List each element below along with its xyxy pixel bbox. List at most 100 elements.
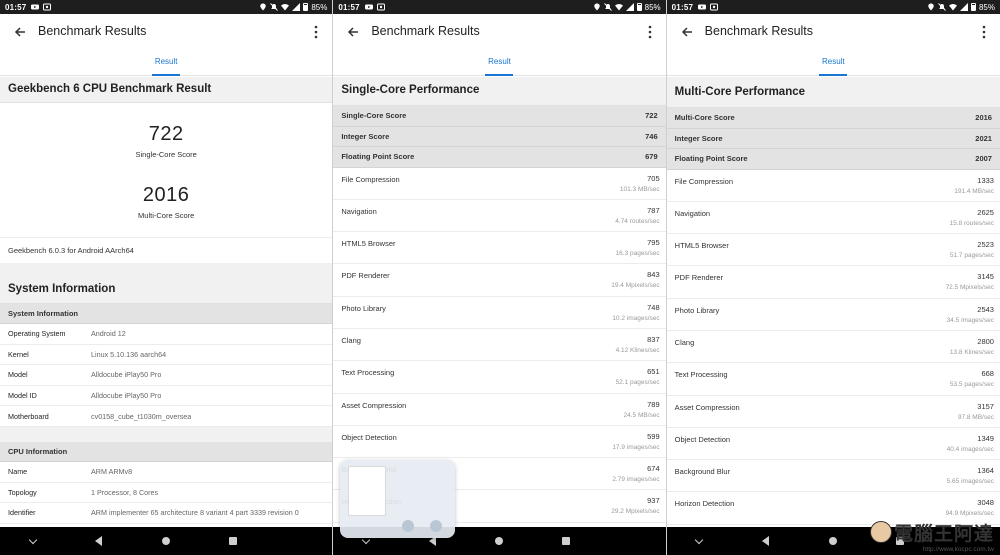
workload-throughput: 29.2 Mpixels/sec [611,508,660,516]
cast-notification-icon [710,3,719,11]
overflow-menu-icon[interactable] [982,25,986,39]
overflow-menu-icon[interactable] [648,25,652,39]
battery-percent: 85% [644,2,661,12]
workload-row: File Compression 1333 191.4 MB/sec [666,170,1000,202]
back-arrow-icon[interactable] [679,24,695,40]
summary-label: Integer Score [341,131,390,141]
page-title: Benchmark Results [371,24,480,38]
workload-throughput: 24.5 MB/sec [623,411,660,419]
status-time: 01:57 [5,2,27,12]
workload-row: Asset Compression 3157 97.8 MB/sec [666,396,1000,428]
nav-home-icon[interactable] [828,537,837,545]
cast-notification-icon [376,3,385,11]
workload-score: 1364 [977,466,994,476]
back-arrow-icon[interactable] [345,24,361,40]
workload-score: 2800 [977,336,994,346]
summary-score: 679 [645,152,658,162]
nav-home-icon[interactable] [161,537,170,545]
back-arrow-icon[interactable] [12,24,28,40]
workload-name: Photo Library [674,305,720,315]
workload-score: 3048 [977,498,994,508]
workload-score: 937 [647,496,660,506]
info-value: Linux 5.10.136 aarch64 [91,349,167,359]
info-key: Topology [8,487,37,497]
info-value: ARM ARMv8 [91,467,133,477]
wifi-icon [281,4,290,11]
single-core-title: Single-Core Performance [333,77,666,106]
summary-score: 2007 [975,154,992,164]
workload-name: PDF Renderer [341,271,390,281]
workload-score: 837 [647,334,660,344]
workload-throughput: 17.9 images/sec [612,443,660,451]
summary-score: 746 [645,131,658,141]
screenshot-preview[interactable] [340,460,455,538]
info-key: Model [8,370,28,380]
workload-score: 1349 [977,433,994,443]
multi-core-score-block: 2016 Multi-Core Score [0,159,332,220]
tab-result[interactable]: Result [333,57,665,66]
workload-name: Object Detection [341,432,397,442]
workload-throughput: 52.1 pages/sec [615,379,660,387]
workload-name: Object Detection [674,434,731,444]
workload-name: File Compression [674,176,734,186]
location-icon [593,3,600,11]
multi-core-content: Multi-Core Performance Multi-Core Score 2… [666,77,1000,527]
keyboard-hide-icon[interactable] [695,535,704,544]
info-key: Name [8,467,28,477]
status-bar: 01:57 85% [333,0,666,14]
workload-throughput: 4.74 routes/sec [615,217,660,225]
youtube-notification-icon [364,4,373,10]
tab-result[interactable]: Result [0,57,332,66]
benchmark-title: Geekbench 6 CPU Benchmark Result [0,77,333,103]
workload-row: Photo Library 748 10.2 images/sec [333,297,666,329]
workload-name: Asset Compression [674,402,740,412]
info-row: Model ID Alldocube iPlay50 Pro [0,386,333,407]
workload-score: 674 [647,464,660,474]
cpu-information-header: CPU Information [0,441,333,462]
status-bar: 01:57 85% [0,0,333,14]
workload-row: Text Processing 668 53.5 pages/sec [666,363,1000,396]
nav-recents-icon[interactable] [229,537,238,545]
workload-name: Clang [674,337,695,347]
summary-row: Floating Point Score 2007 [666,149,1000,170]
workload-name: Asset Compression [341,400,407,410]
nav-back-icon[interactable] [762,536,770,546]
workload-row: Object Detection 1349 40.4 images/sec [666,428,1000,461]
share-icon[interactable] [402,520,414,532]
tab-indicator [485,74,514,76]
workload-row: HTML5 Browser 2523 51.7 pages/sec [666,234,1000,267]
app-bar: Benchmark Results Result [333,14,666,76]
workload-name: Text Processing [674,370,728,380]
workload-name: HTML5 Browser [674,241,729,251]
workload-score: 787 [647,205,660,215]
workload-row: File Compression 705 101.3 MB/sec [333,168,666,200]
workload-throughput: 10.2 images/sec [612,314,660,322]
wifi-icon [614,4,623,11]
workload-score: 2625 [977,207,994,217]
multi-core-label: Multi-Core Score [138,211,195,220]
edit-icon[interactable] [430,520,442,532]
workload-name: Background Blur [674,467,731,477]
battery-percent: 85% [311,2,328,12]
nav-home-icon[interactable] [494,537,503,545]
status-bar: 01:57 85% [666,0,1000,14]
overflow-menu-icon[interactable] [314,25,318,39]
watermark: 電腦王阿達 http://www.kocpc.com.tw [869,519,994,553]
summary-label: Floating Point Score [341,152,415,162]
navigation-bar [0,527,333,555]
summary-row: Floating Point Score 679 [333,147,666,168]
info-row: Kernel Linux 5.10.136 aarch64 [0,345,333,366]
nav-back-icon[interactable] [95,536,103,546]
screenshot-collage: 01:57 85% Benchmark Results Result Geekb [0,0,1000,555]
info-key: Model ID [8,391,37,401]
screenshot-thumbnail[interactable] [348,466,386,516]
page-title: Benchmark Results [38,24,147,38]
keyboard-hide-icon[interactable] [28,535,37,544]
workload-row: PDF Renderer 3145 72.5 Mpixels/sec [666,266,1000,299]
single-core-label: Single-Core Score [135,150,197,159]
summary-label: Integer Score [674,133,723,143]
phone-screen-multi-core: 01:57 85% Benchmark Results Result Multi [666,0,1000,555]
tab-result[interactable]: Result [667,57,1000,66]
workload-score: 2523 [977,240,994,250]
nav-recents-icon[interactable] [562,537,571,545]
